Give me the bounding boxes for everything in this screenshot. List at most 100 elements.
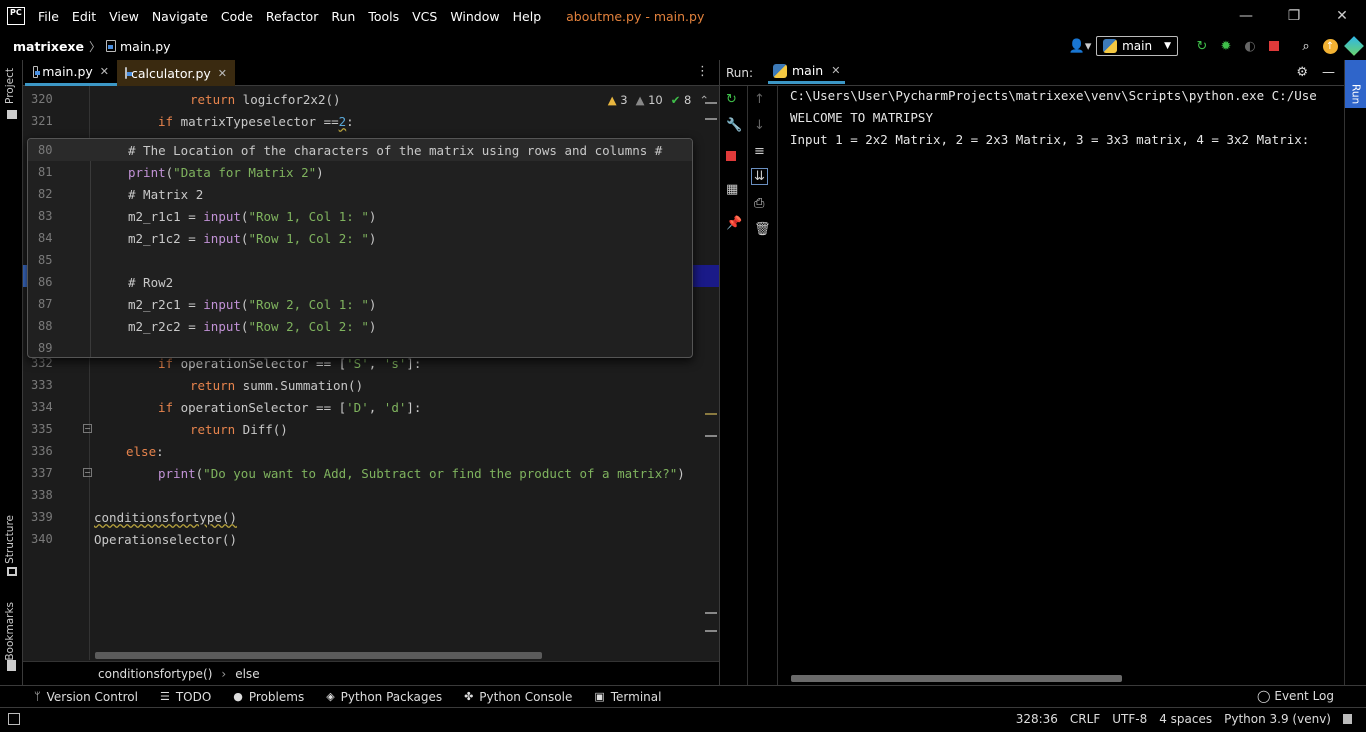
pin-icon[interactable]: 📌 — [726, 216, 742, 231]
editor-horizontal-scrollbar[interactable] — [95, 652, 542, 659]
menu-window[interactable]: Window — [450, 9, 499, 24]
hide-icon[interactable]: — — [1322, 65, 1335, 80]
console-horizontal-scrollbar[interactable] — [791, 675, 1122, 682]
breadcrumb-file[interactable]: main.py — [120, 39, 171, 54]
bookmarks-tool-tab[interactable]: Bookmarks — [4, 602, 16, 661]
gear-icon[interactable]: ⚙ — [1296, 65, 1308, 80]
tab-label: main.py — [42, 64, 93, 79]
line-number: 85 — [38, 253, 53, 267]
caret-position[interactable]: 328:36 — [1016, 712, 1058, 726]
code-line[interactable]: if operationSelector == ['D', 'd']: — [158, 400, 421, 415]
user-icon[interactable]: 👤▾ — [1064, 36, 1096, 56]
code-line[interactable]: Operationselector() — [94, 532, 237, 547]
arrow-down-icon[interactable]: ↓ — [754, 118, 765, 133]
status-widgets: 328:36 CRLF UTF-8 4 spaces Python 3.9 (v… — [1016, 712, 1352, 726]
indent-setting[interactable]: 4 spaces — [1159, 712, 1212, 726]
menu-navigate[interactable]: Navigate — [152, 9, 208, 24]
scroll-to-end-icon[interactable]: ⇊ — [751, 168, 768, 185]
menu-tools[interactable]: Tools — [368, 9, 399, 24]
minimize-button[interactable]: — — [1222, 0, 1270, 32]
tool-event-log[interactable]: ◯ Event Log — [1257, 689, 1334, 703]
code-line[interactable]: return Diff() — [190, 422, 288, 437]
tool-python-console[interactable]: ✤ Python Console — [464, 690, 572, 704]
line-number: 83 — [38, 209, 53, 223]
menu-code[interactable]: Code — [221, 9, 253, 24]
code-line: # Row2 — [128, 275, 174, 290]
run-tool-tab[interactable]: Run — [1345, 60, 1366, 108]
print-icon[interactable]: ⎙ — [754, 196, 764, 211]
tool-terminal[interactable]: ▣ Terminal — [594, 690, 661, 704]
tab-main-py[interactable]: main.py ✕ — [25, 60, 117, 86]
code-line[interactable]: conditionsfortype() — [94, 510, 237, 525]
code-line: m2_r2c2 = input("Row 2, Col 2: ") — [128, 319, 377, 334]
code-line: m2_r2c1 = input("Row 2, Col 1: ") — [128, 297, 377, 312]
tool-problems[interactable]: ● Problems — [233, 690, 304, 704]
wrench-icon[interactable]: 🔧 — [726, 118, 742, 133]
update-icon[interactable]: ↑ — [1318, 36, 1342, 56]
inspection-widget[interactable]: ▲ 3 ▲ 10 ✔ 8 ⌃ — [608, 93, 709, 107]
warning-count: ▲ 3 — [607, 93, 628, 107]
toolbox-logo-icon[interactable] — [1342, 36, 1366, 56]
menu-file[interactable]: File — [38, 9, 59, 24]
pycharm-logo-icon[interactable]: PC — [7, 7, 25, 25]
menu-help[interactable]: Help — [513, 9, 542, 24]
fold-icon[interactable]: − — [83, 424, 92, 433]
line-number: 337 — [31, 466, 53, 480]
code-line[interactable]: if operationSelector == ['S', 's']: — [158, 356, 421, 371]
restore-button[interactable]: ❐ — [1270, 0, 1318, 32]
code-line[interactable]: if matrixTypeselector ==2: — [158, 114, 354, 129]
trash-icon[interactable]: 🗑 — [754, 222, 771, 237]
bookmark-icon — [7, 660, 16, 671]
more-options-icon[interactable]: ⋮ — [696, 64, 709, 79]
breadcrumb-project[interactable]: matrixexe — [13, 39, 84, 54]
breadcrumb-branch[interactable]: else — [235, 667, 259, 681]
coverage-icon[interactable]: ◐ — [1238, 36, 1262, 56]
code-line[interactable]: return logicfor2x2() — [190, 92, 341, 107]
layout-icon[interactable]: ▦ — [726, 182, 738, 197]
line-number: 82 — [38, 187, 53, 201]
rerun-icon[interactable]: ↻ — [726, 92, 737, 107]
tool-python-packages[interactable]: ◈ Python Packages — [326, 690, 442, 704]
close-icon[interactable]: ✕ — [831, 64, 840, 77]
run-tab-main[interactable]: main ✕ — [768, 60, 846, 84]
search-icon[interactable]: ⌕ — [1294, 36, 1318, 56]
tool-todo[interactable]: ☰ TODO — [160, 690, 211, 704]
line-number: 320 — [31, 92, 53, 106]
file-encoding[interactable]: UTF-8 — [1112, 712, 1147, 726]
toggle-tool-windows-icon[interactable] — [8, 713, 20, 725]
code-line[interactable]: print("Do you want to Add, Subtract or f… — [158, 466, 685, 481]
soft-wrap-icon[interactable]: ≡ — [754, 144, 765, 159]
menu-refactor[interactable]: Refactor — [266, 9, 318, 24]
rerun-icon[interactable]: ↻ — [1190, 36, 1214, 56]
line-number: 87 — [38, 297, 53, 311]
console-output[interactable]: C:\Users\User\PycharmProjects\matrixexe\… — [790, 88, 1345, 668]
menu-run[interactable]: Run — [331, 9, 355, 24]
chevron-down-icon: ▼ — [1164, 41, 1171, 51]
structure-tool-tab[interactable]: Structure — [4, 515, 16, 564]
debug-bug-icon[interactable]: ✹ — [1214, 36, 1238, 56]
tab-calculator-py[interactable]: calculator.py ✕ — [117, 60, 235, 86]
stop-icon[interactable] — [1262, 36, 1286, 56]
context-peek-popup[interactable]: 80 # The Location of the characters of t… — [27, 138, 693, 358]
menu-view[interactable]: View — [109, 9, 139, 24]
close-icon[interactable]: ✕ — [218, 67, 227, 80]
arrow-up-icon[interactable]: ↑ — [754, 92, 765, 107]
fold-icon[interactable]: − — [83, 468, 92, 477]
line-number: 89 — [38, 341, 53, 355]
code-line[interactable]: else: — [126, 444, 164, 459]
python-interpreter[interactable]: Python 3.9 (venv) — [1224, 712, 1331, 726]
close-icon[interactable]: ✕ — [100, 65, 109, 78]
tool-version-control[interactable]: ᛘ Version Control — [34, 690, 138, 704]
close-window-button[interactable]: ✕ — [1318, 0, 1366, 32]
line-separator[interactable]: CRLF — [1070, 712, 1100, 726]
code-line[interactable]: return summ.Summation() — [190, 378, 363, 393]
run-configuration-select[interactable]: main ▼ — [1096, 36, 1178, 56]
lock-icon[interactable] — [1343, 714, 1352, 724]
stop-icon[interactable] — [726, 150, 736, 165]
breadcrumb-function[interactable]: conditionsfortype() — [98, 667, 212, 681]
menu-edit[interactable]: Edit — [72, 9, 96, 24]
code-line: # Matrix 2 — [128, 187, 204, 202]
chevron-up-icon[interactable]: ⌃ — [699, 93, 709, 107]
project-tool-tab[interactable]: Project — [4, 68, 16, 104]
menu-vcs[interactable]: VCS — [412, 9, 437, 24]
